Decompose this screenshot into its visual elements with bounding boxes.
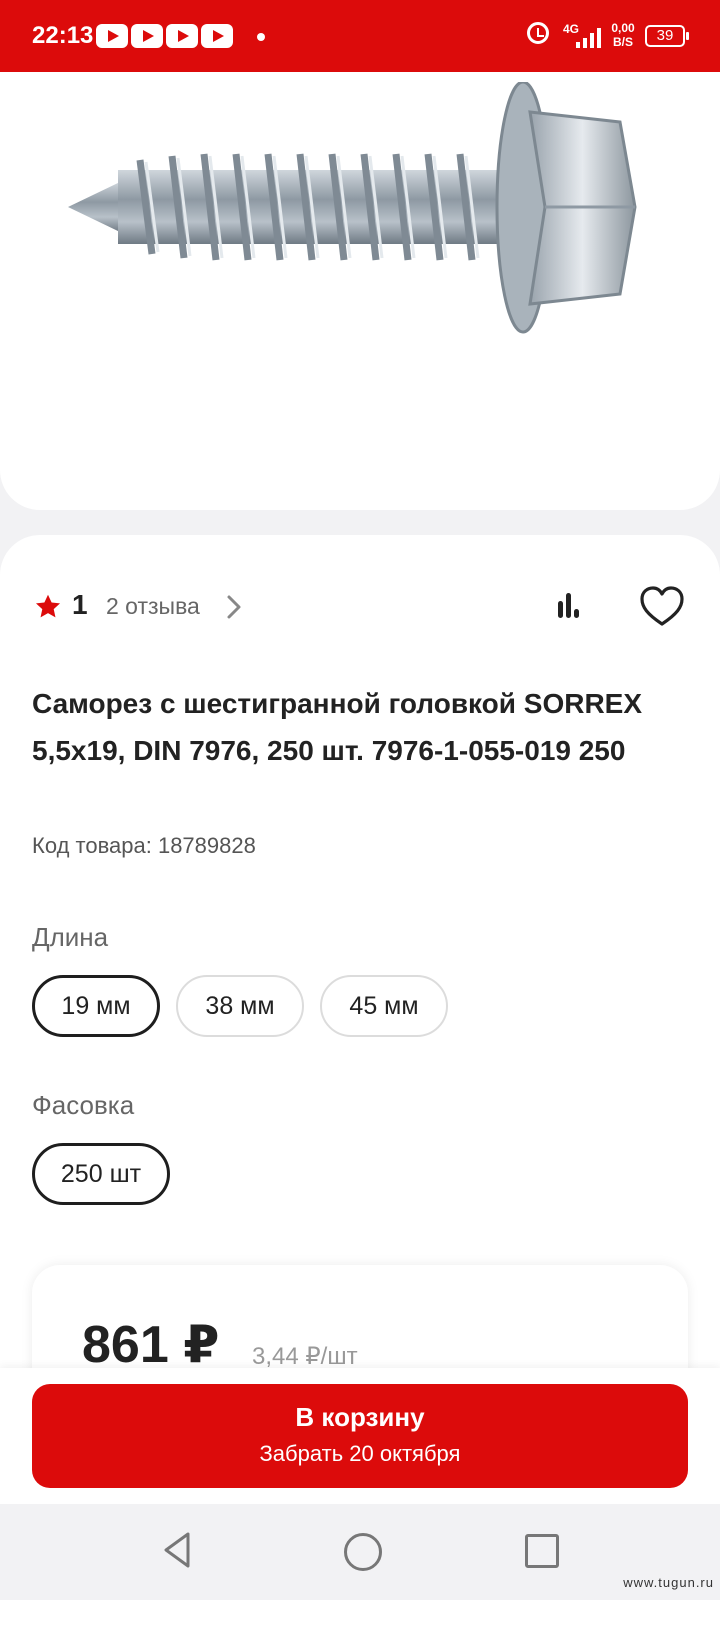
price-value: 861 ₽ <box>82 1316 220 1374</box>
youtube-notification-icon <box>201 24 233 48</box>
compare-icon[interactable] <box>546 585 590 629</box>
pickup-date-label: Забрать 20 октября <box>259 1441 461 1466</box>
length-option-19[interactable]: 19 мм <box>32 975 160 1037</box>
status-bar: 22:13 4G 0,00 B/S 39 <box>0 0 720 72</box>
product-image[interactable] <box>60 82 660 422</box>
product-sku: Код товара: 18789828 <box>32 833 256 858</box>
signal-icon <box>576 28 602 48</box>
net-speed: 0,00 B/S <box>606 21 640 49</box>
favorite-heart-icon[interactable] <box>639 585 685 629</box>
action-bar: В корзину Забрать 20 октября <box>0 1368 720 1504</box>
length-option-38[interactable]: 38 мм <box>176 975 304 1037</box>
alarm-icon <box>527 22 549 44</box>
home-icon[interactable] <box>344 1533 382 1571</box>
length-label: Длина <box>32 922 109 952</box>
youtube-notification-icon <box>166 24 198 48</box>
net-speed-unit: B/S <box>612 35 633 49</box>
product-title: Саморез с шестигранной головкой SORREX 5… <box>32 688 643 766</box>
unit-price: 3,44 ₽/шт <box>252 1343 358 1370</box>
net-speed-value: 0,00 <box>611 21 635 35</box>
youtube-notification-icon <box>96 24 128 48</box>
rating-row: 1 2 отзыва <box>32 585 692 629</box>
chevron-right-icon[interactable] <box>222 594 246 620</box>
reviews-link[interactable]: 2 отзыва <box>106 593 200 620</box>
pack-label: Фасовка <box>32 1090 135 1120</box>
length-option-45[interactable]: 45 мм <box>320 975 448 1037</box>
youtube-notification-icon <box>131 24 163 48</box>
status-time: 22:13 <box>32 22 94 49</box>
add-to-cart-label: В корзину <box>295 1402 425 1432</box>
rating-value: 1 <box>72 589 88 620</box>
battery-icon: 39 <box>645 25 689 47</box>
pack-option-250[interactable]: 250 шт <box>32 1143 170 1205</box>
recent-apps-icon[interactable] <box>525 1534 559 1568</box>
system-navigation-bar: www.tugun.ru <box>0 1504 720 1600</box>
more-notifications-icon <box>257 33 265 41</box>
product-image-card[interactable] <box>0 72 720 510</box>
watermark: www.tugun.ru <box>623 1575 714 1590</box>
back-icon[interactable] <box>160 1530 196 1570</box>
add-to-cart-button[interactable]: В корзину Забрать 20 октября <box>32 1384 688 1488</box>
star-icon <box>35 594 61 618</box>
